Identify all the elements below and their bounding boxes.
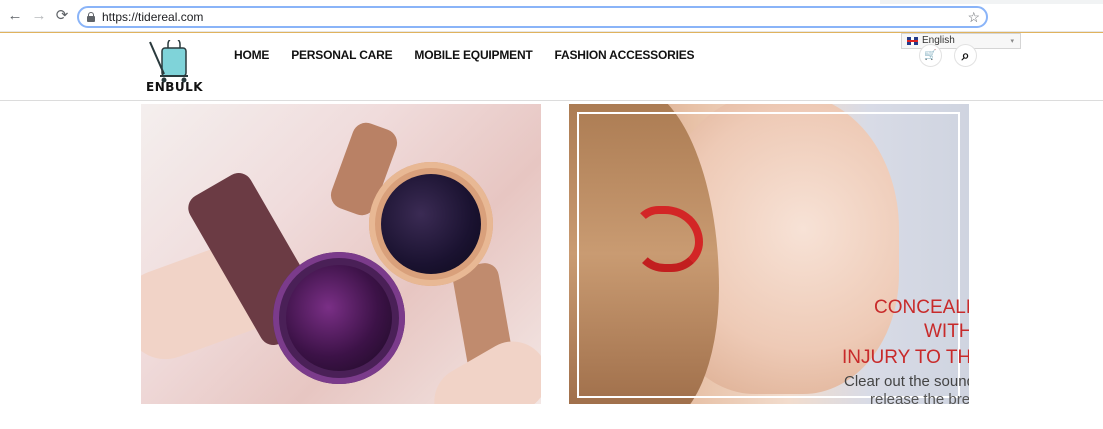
menu-item-fashion-accessories[interactable]: FASHION ACCESSORIES [555,48,695,62]
browser-toolbar: ← → ⟳ https://tidereal.com ☆ [0,0,1103,32]
menu-item-mobile-equipment[interactable]: MOBILE EQUIPMENT [414,48,532,62]
main-menu: HOME PERSONAL CARE MOBILE EQUIPMENT FASH… [234,48,695,62]
url-text[interactable]: https://tidereal.com [102,10,203,24]
reload-icon[interactable]: ⟳ [53,7,71,25]
back-icon[interactable]: ← [6,7,24,25]
banner-subtext-1: Clear out the sound [844,373,969,390]
banner-headline-1: CONCEALM [874,297,969,318]
site-header: ENBULK HOME PERSONAL CARE MOBILE EQUIPME… [0,33,1103,101]
logo-text[interactable]: ENBULK [146,80,203,94]
menu-item-home[interactable]: HOME [234,48,269,62]
menu-item-personal-care[interactable]: PERSONAL CARE [291,48,392,62]
bookmark-star-icon[interactable]: ☆ [967,8,980,26]
uk-flag-icon [907,37,918,45]
search-button[interactable]: ⌕ [954,44,977,67]
tab-strip-edge [880,0,1103,4]
search-icon: ⌕ [961,47,970,63]
banner-subtext-2: release the bre [870,391,969,404]
watch-rose-gold [369,162,493,286]
watch-purple [273,252,405,384]
banner-watches[interactable] [141,104,541,404]
banner-headline-2: WITHO [924,321,969,342]
banner-earpiece[interactable]: CONCEALM WITHO INJURY TO THE Clear out t… [569,104,969,404]
banner-headline-3: INJURY TO THE [842,347,969,368]
chevron-down-icon: ▾ [1010,38,1014,45]
cart-button[interactable]: 🛒 [919,44,942,67]
lock-icon[interactable] [87,12,95,22]
address-bar[interactable]: https://tidereal.com ☆ [77,6,988,28]
forward-icon[interactable]: → [30,7,48,25]
cart-icon: 🛒 [924,50,937,61]
